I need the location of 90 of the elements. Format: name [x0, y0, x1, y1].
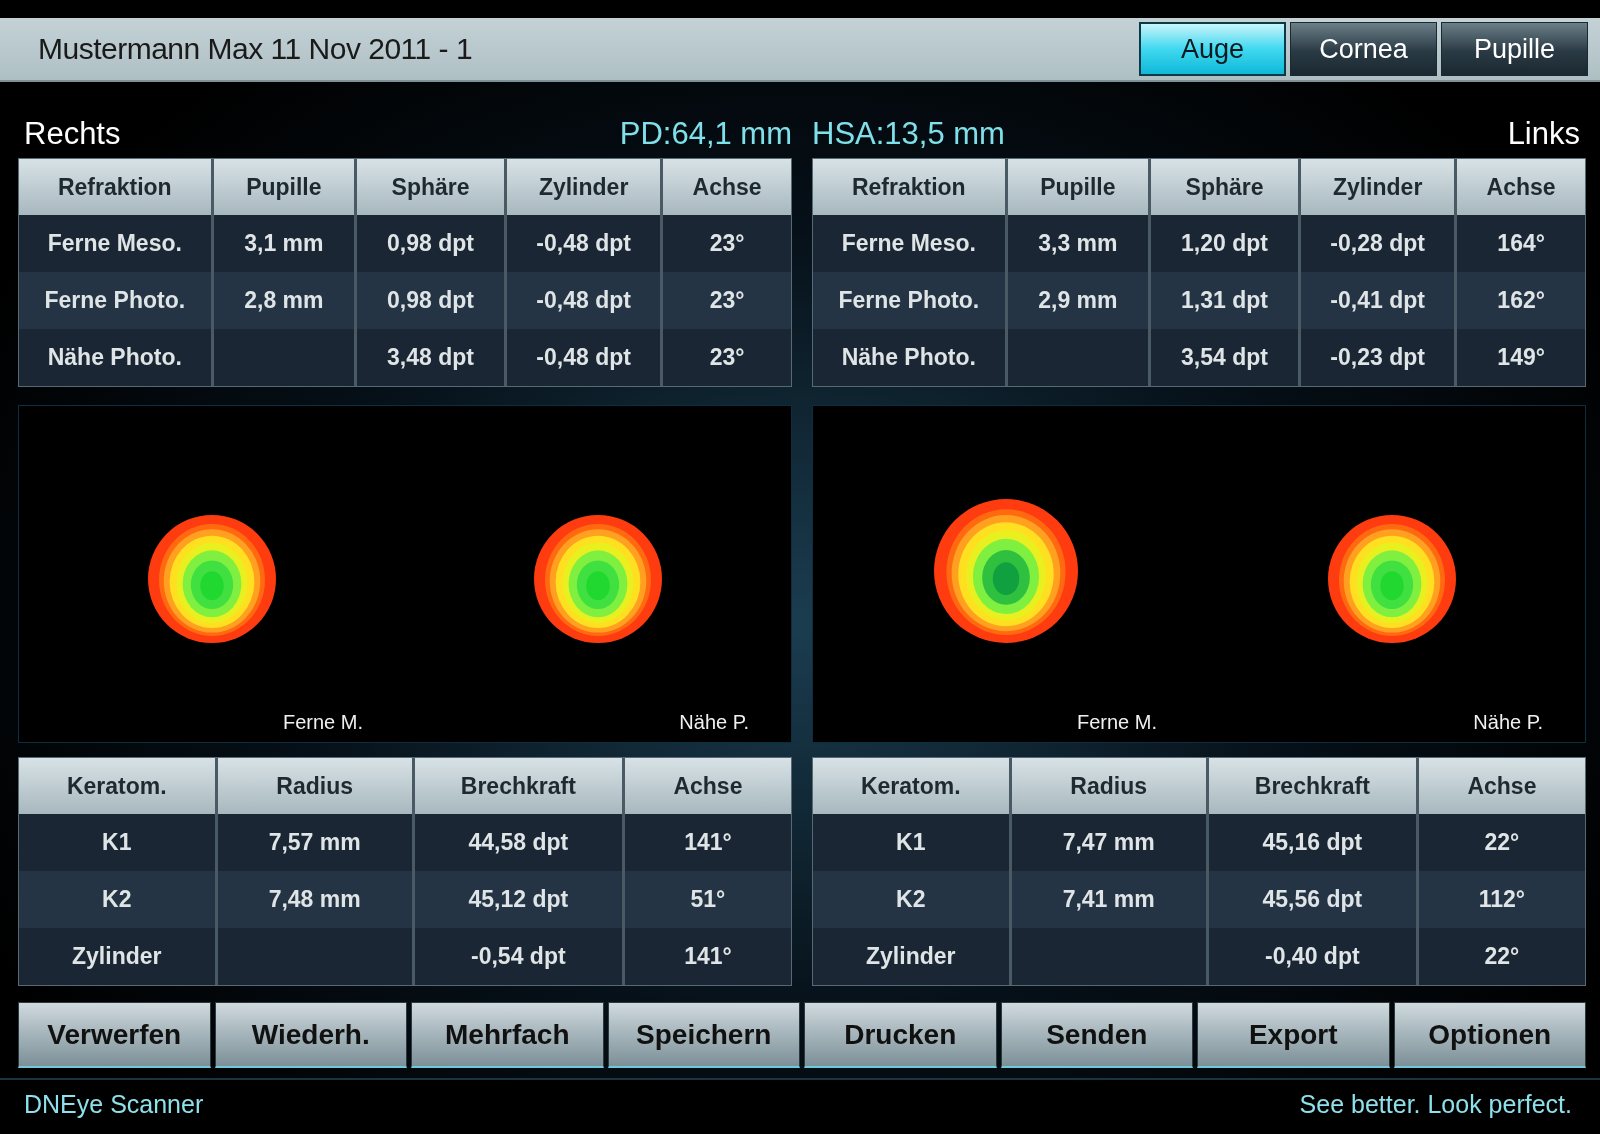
- table-cell: 7,47 mm: [1011, 814, 1206, 871]
- action-button[interactable]: Verwerfen: [18, 1002, 211, 1068]
- table-cell: K1: [19, 814, 215, 871]
- table-cell: Ferne Meso.: [19, 215, 211, 272]
- action-button[interactable]: Drucken: [804, 1002, 997, 1068]
- table-cell: Zylinder: [813, 928, 1009, 985]
- column-header: Pupille: [213, 159, 355, 215]
- table-cell: 45,16 dpt: [1208, 814, 1416, 871]
- table-cell: 7,48 mm: [217, 871, 412, 928]
- table-cell: 2,8 mm: [213, 272, 355, 329]
- table-cell: 141°: [624, 928, 791, 985]
- table-cell: 45,56 dpt: [1208, 871, 1416, 928]
- view-tab[interactable]: Cornea: [1290, 22, 1437, 76]
- slogan-text: See better. Look perfect.: [1299, 1089, 1572, 1119]
- table-cell: Nähe Photo.: [813, 329, 1005, 386]
- map-label: Ferne M.: [282, 711, 363, 734]
- table-cell: Ferne Meso.: [813, 215, 1005, 272]
- table-cell: 3,3 mm: [1007, 215, 1149, 272]
- action-button[interactable]: Wiederh.: [214, 1002, 407, 1068]
- measurement-text: HSA:13,5 mm: [812, 116, 1005, 152]
- column-header: Achse: [663, 159, 791, 215]
- table-cell: -0,23 dpt: [1301, 329, 1455, 386]
- table-cell: 7,57 mm: [217, 814, 412, 871]
- table-cell: Ferne Photo.: [19, 272, 211, 329]
- column-header: Achse: [1457, 159, 1585, 215]
- action-button[interactable]: Optionen: [1393, 1002, 1586, 1068]
- table-cell: -0,54 dpt: [414, 928, 622, 985]
- table-cell: 149°: [1457, 329, 1585, 386]
- table-cell: -0,28 dpt: [1301, 215, 1455, 272]
- table-cell: -0,41 dpt: [1301, 272, 1455, 329]
- app-name: DNEye Scanner: [24, 1089, 204, 1119]
- column-header: Zylinder: [507, 159, 661, 215]
- table-cell: 164°: [1457, 215, 1585, 272]
- table-cell: 23°: [663, 329, 791, 386]
- column-header: Sphäre: [1151, 159, 1298, 215]
- view-tab[interactable]: Auge: [1139, 22, 1286, 76]
- action-button[interactable]: Export: [1197, 1002, 1390, 1068]
- table-cell: 162°: [1457, 272, 1585, 329]
- measurement-text: PD:64,1 mm: [619, 116, 792, 152]
- column-header: Keratom.: [19, 758, 215, 814]
- map-label: Nähe P.: [679, 711, 749, 734]
- table-cell: 23°: [663, 272, 791, 329]
- column-header: Refraktion: [813, 159, 1005, 215]
- table-cell: 23°: [663, 215, 791, 272]
- eye-side-label: Rechts: [23, 116, 122, 152]
- column-header: Radius: [217, 758, 412, 814]
- table-cell: 0,98 dpt: [357, 272, 504, 329]
- table-cell: 3,48 dpt: [357, 329, 504, 386]
- action-button[interactable]: Senden: [1000, 1002, 1193, 1068]
- table-cell: 1,20 dpt: [1151, 215, 1298, 272]
- table-cell: -0,40 dpt: [1208, 928, 1416, 985]
- table-cell: 44,58 dpt: [414, 814, 622, 871]
- table-cell: K2: [813, 871, 1009, 928]
- table-cell: 7,41 mm: [1011, 871, 1206, 928]
- table-cell: 0,98 dpt: [357, 215, 504, 272]
- map-label: Nähe P.: [1473, 711, 1543, 734]
- action-button[interactable]: Speichern: [607, 1002, 800, 1068]
- table-cell: Ferne Photo.: [813, 272, 1005, 329]
- table-cell: 112°: [1418, 871, 1585, 928]
- column-header: Zylinder: [1301, 159, 1455, 215]
- column-header: Pupille: [1007, 159, 1149, 215]
- table-cell: 3,54 dpt: [1151, 329, 1298, 386]
- table-cell: -0,48 dpt: [507, 215, 661, 272]
- map-label: Ferne M.: [1076, 711, 1157, 734]
- table-cell: -0,48 dpt: [507, 329, 661, 386]
- column-header: Achse: [624, 758, 791, 814]
- table-cell: 1,31 dpt: [1151, 272, 1298, 329]
- table-cell: 45,12 dpt: [414, 871, 622, 928]
- table-cell: 2,9 mm: [1007, 272, 1149, 329]
- view-tab[interactable]: Pupille: [1441, 22, 1588, 76]
- table-cell: 22°: [1418, 928, 1585, 985]
- table-cell: 141°: [624, 814, 791, 871]
- table-cell: K1: [813, 814, 1009, 871]
- table-cell: Zylinder: [19, 928, 215, 985]
- column-header: Brechkraft: [414, 758, 622, 814]
- column-header: Radius: [1011, 758, 1206, 814]
- table-cell: Nähe Photo.: [19, 329, 211, 386]
- column-header: Brechkraft: [1208, 758, 1416, 814]
- column-header: Refraktion: [19, 159, 211, 215]
- table-cell: 3,1 mm: [213, 215, 355, 272]
- column-header: Keratom.: [813, 758, 1009, 814]
- column-header: Achse: [1418, 758, 1585, 814]
- table-cell: 22°: [1418, 814, 1585, 871]
- action-button[interactable]: Mehrfach: [411, 1002, 604, 1068]
- eye-side-label: Links: [1506, 116, 1581, 152]
- table-cell: K2: [19, 871, 215, 928]
- table-cell: -0,48 dpt: [507, 272, 661, 329]
- column-header: Sphäre: [357, 159, 504, 215]
- window-title: Mustermann Max 11 Nov 2011 - 1: [38, 32, 473, 66]
- table-cell: 51°: [624, 871, 791, 928]
